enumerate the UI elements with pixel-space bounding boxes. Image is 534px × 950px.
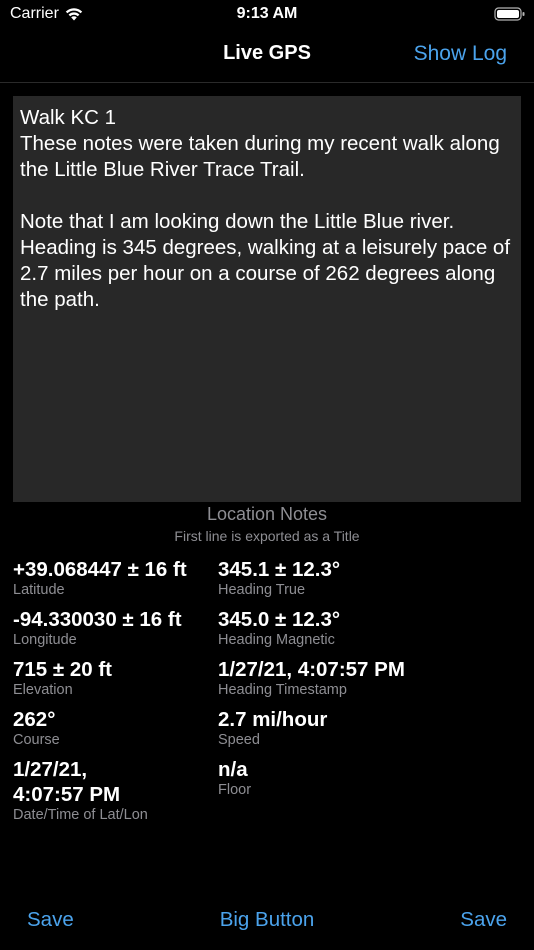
datetime-value: 1/27/21, 4:07:57 PM — [13, 758, 121, 806]
heading-true-label: Heading True — [218, 582, 306, 598]
course-value: 262° — [13, 708, 56, 731]
heading-timestamp-label: Heading Timestamp — [218, 682, 347, 698]
battery-icon — [494, 6, 526, 22]
status-bar: Carrier 9:13 AM — [0, 0, 534, 30]
longitude-value: -94.330030 ± 16 ft — [13, 608, 182, 631]
datetime-field: 1/27/21, 4:07:57 PM Date/Time of Lat/Lon — [13, 757, 203, 824]
datetime-label: Date/Time of Lat/Lon — [13, 807, 148, 823]
big-button[interactable]: Big Button — [0, 908, 534, 932]
heading-magnetic-label: Heading Magnetic — [218, 632, 335, 648]
heading-magnetic-field: 345.0 ± 12.3° Heading Magnetic — [218, 607, 340, 649]
course-label: Course — [13, 732, 60, 748]
latitude-value: +39.068447 ± 16 ft — [13, 558, 187, 581]
show-log-button[interactable]: Show Log — [414, 42, 507, 66]
longitude-field: -94.330030 ± 16 ft Longitude — [13, 607, 182, 649]
longitude-label: Longitude — [13, 632, 77, 648]
heading-timestamp-value: 1/27/21, 4:07:57 PM — [218, 658, 405, 681]
speed-label: Speed — [218, 732, 260, 748]
save-button-right[interactable]: Save — [460, 908, 507, 932]
speed-field: 2.7 mi/hour Speed — [218, 707, 327, 749]
heading-true-value: 345.1 ± 12.3° — [218, 558, 341, 581]
bottom-toolbar: Save Big Button Save — [0, 898, 534, 948]
notes-caption: Location Notes — [206, 504, 328, 524]
clock: 9:13 AM — [236, 5, 298, 22]
course-field: 262° Course — [13, 707, 60, 749]
elevation-value: 715 ± 20 ft — [13, 658, 112, 681]
heading-magnetic-value: 345.0 ± 12.3° — [218, 608, 341, 631]
location-notes-textarea[interactable]: Walk KC 1 These notes were taken during … — [13, 96, 521, 502]
heading-true-field: 345.1 ± 12.3° Heading True — [218, 557, 340, 599]
elevation-field: 715 ± 20 ft Elevation — [13, 657, 112, 699]
floor-field: n/a Floor — [218, 757, 251, 799]
elevation-label: Elevation — [13, 682, 73, 698]
heading-timestamp-field: 1/27/21, 4:07:57 PM Heading Timestamp — [218, 657, 405, 699]
navigation-bar: Live GPS Show Log — [0, 30, 534, 83]
floor-label: Floor — [218, 782, 252, 798]
notes-subcaption: First line is exported as a Title — [174, 528, 360, 544]
speed-value: 2.7 mi/hour — [218, 708, 328, 731]
latitude-label: Latitude — [13, 582, 65, 598]
latitude-field: +39.068447 ± 16 ft Latitude — [13, 557, 187, 599]
floor-value: n/a — [218, 758, 248, 781]
